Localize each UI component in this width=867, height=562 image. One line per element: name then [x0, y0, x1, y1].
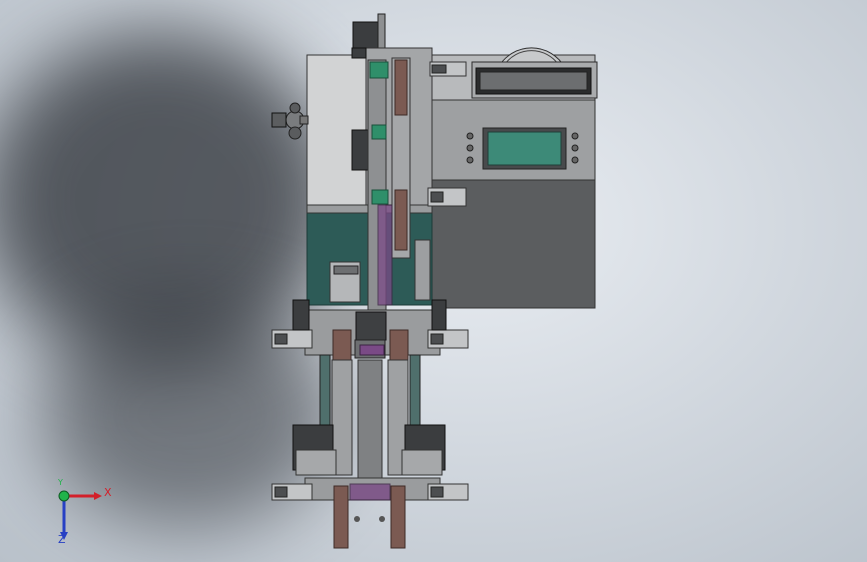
bottom-grippers: [271, 477, 469, 549]
coordinate-triad: X Y Z: [50, 478, 120, 550]
y-axis-label: Y: [58, 478, 63, 487]
z-axis-label: Z: [58, 533, 66, 546]
control-cabinet: [431, 47, 598, 309]
y-axis-dot: [58, 490, 70, 502]
lower-assembly: [271, 299, 469, 481]
hmi-screen: [487, 131, 562, 166]
3d-viewport[interactable]: X Y Z: [0, 0, 867, 562]
assembly-model[interactable]: [0, 0, 867, 562]
x-axis-label: X: [104, 486, 112, 499]
